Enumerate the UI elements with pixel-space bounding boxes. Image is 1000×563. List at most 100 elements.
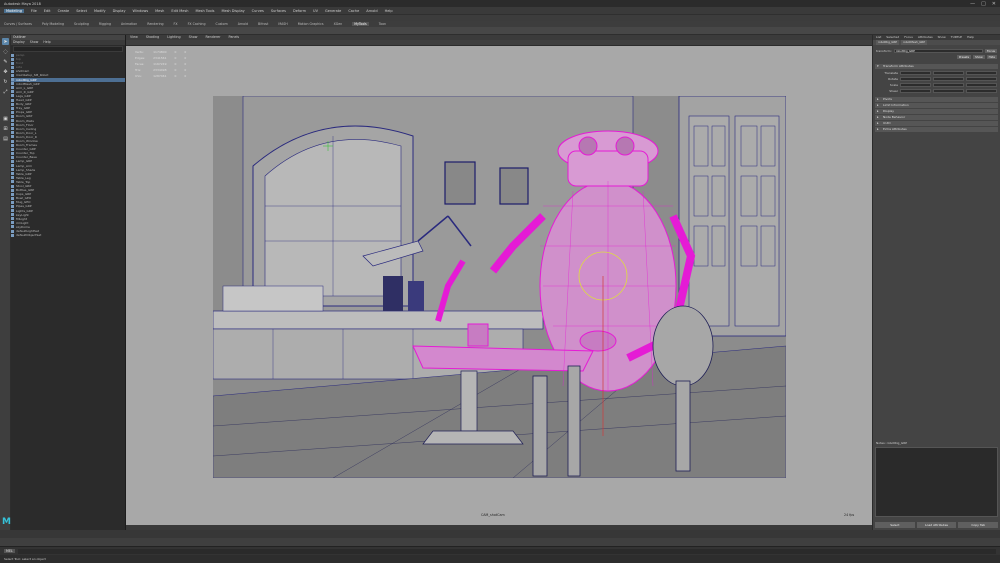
attr-section[interactable]: Node Behavior <box>875 115 998 120</box>
menu-curves[interactable]: Curves <box>252 9 264 13</box>
close-icon[interactable]: ✕ <box>992 1 996 7</box>
shelf-tab[interactable]: Arnold <box>238 22 248 26</box>
attr-section[interactable]: UUID <box>875 121 998 126</box>
attr-section[interactable]: Pivots <box>875 97 998 102</box>
shelf-tab[interactable]: Poly Modeling <box>42 22 64 26</box>
outliner-row[interactable]: defaultObjectSet <box>11 233 125 237</box>
panel-menu-lighting[interactable]: Lighting <box>167 35 180 40</box>
transform-name-field[interactable]: robotRig_GRP <box>893 49 983 53</box>
layout-single-icon[interactable]: ▣ <box>2 115 9 122</box>
panel-menu-panels[interactable]: Panels <box>229 35 240 40</box>
focus-button[interactable]: Focus <box>985 49 997 53</box>
attr-value-field[interactable] <box>933 89 964 93</box>
attr-value-field[interactable] <box>933 83 964 87</box>
panel-menu-view[interactable]: View <box>130 35 138 40</box>
menu-surfaces[interactable]: Surfaces <box>271 9 286 13</box>
menu-mesh-display[interactable]: Mesh Display <box>221 9 244 13</box>
shelf-tab[interactable]: MASH <box>278 22 287 26</box>
outliner-menu-show[interactable]: Show <box>30 40 39 45</box>
attr-value-field[interactable] <box>966 71 997 75</box>
menu-arnold[interactable]: Arnold <box>366 9 377 13</box>
menuset-dropdown[interactable]: Modeling <box>4 8 24 13</box>
menu-select[interactable]: Select <box>76 9 87 13</box>
attr-value-field[interactable] <box>900 83 931 87</box>
attr-value-field[interactable] <box>933 71 964 75</box>
transform-attributes-section[interactable]: Transform Attributes <box>875 64 998 69</box>
panel-menu-renderer[interactable]: Renderer <box>205 35 220 40</box>
mel-label[interactable]: MEL <box>4 549 15 553</box>
shelf-tab[interactable]: FX <box>174 22 178 26</box>
menu-cache[interactable]: Cache <box>348 9 359 13</box>
select-tool-icon[interactable]: ➤ <box>2 38 9 45</box>
time-slider[interactable] <box>0 530 1000 538</box>
menu-modify[interactable]: Modify <box>94 9 106 13</box>
shelf-tab[interactable]: Rendering <box>147 22 163 26</box>
shelf-tab[interactable]: Sculpting <box>74 22 89 26</box>
shelf-tab[interactable]: Bifrost <box>258 22 268 26</box>
move-tool-icon[interactable]: ✥ <box>2 68 9 75</box>
menu-edit[interactable]: Edit <box>44 9 51 13</box>
attr-section[interactable]: Display <box>875 109 998 114</box>
outliner-menu-help[interactable]: Help <box>43 40 50 45</box>
presets-button[interactable]: Presets <box>956 55 972 59</box>
hide-button[interactable]: Hide <box>986 55 997 59</box>
shelf-tab[interactable]: XGen <box>334 22 343 26</box>
menu-display[interactable]: Display <box>113 9 126 13</box>
shelf-tab[interactable]: Rigging <box>99 22 111 26</box>
menu-help[interactable]: Help <box>385 9 393 13</box>
panel-menu-shading[interactable]: Shading <box>146 35 159 40</box>
shelf-tab[interactable]: Curves / Surfaces <box>4 22 32 26</box>
shelf-tab[interactable]: Motion Graphics <box>298 22 324 26</box>
shelf-tab[interactable]: FX Caching <box>188 22 206 26</box>
attr-value-field[interactable] <box>966 89 997 93</box>
notes-field[interactable] <box>875 447 998 517</box>
attr-menu-turtle[interactable]: TURTLE <box>951 35 962 40</box>
viewport-canvas[interactable] <box>213 96 786 478</box>
select-button[interactable]: Select <box>875 522 915 528</box>
panel-menu-show[interactable]: Show <box>189 35 198 40</box>
outliner-search-input[interactable] <box>13 46 123 52</box>
node-tab-transform[interactable]: robotRig_GRP <box>876 40 900 45</box>
attr-section[interactable]: Limit Information <box>875 103 998 108</box>
node-tab-mesh[interactable]: robotMesh_GRP <box>901 40 928 45</box>
menu-edit-mesh[interactable]: Edit Mesh <box>171 9 188 13</box>
menu-mesh-tools[interactable]: Mesh Tools <box>195 9 214 13</box>
attr-value-field[interactable] <box>900 89 931 93</box>
maximize-icon[interactable]: □ <box>981 1 986 7</box>
load-attributes-button[interactable]: Load Attributes <box>916 522 957 528</box>
attr-value-field[interactable] <box>900 71 931 75</box>
panel-toolbar <box>126 40 872 46</box>
show-button[interactable]: Show <box>973 55 985 59</box>
minimize-icon[interactable]: — <box>970 1 975 7</box>
menu-windows[interactable]: Windows <box>133 9 149 13</box>
menu-deform[interactable]: Deform <box>293 9 306 13</box>
attr-value-field[interactable] <box>933 77 964 81</box>
transform-node-icon <box>11 135 14 139</box>
menu-create[interactable]: Create <box>58 9 70 13</box>
shelf-tab-active[interactable]: MyTools <box>352 22 369 26</box>
menu-mesh[interactable]: Mesh <box>155 9 164 13</box>
shelf-tab[interactable]: Toon <box>379 22 386 26</box>
attr-value-field[interactable] <box>966 77 997 81</box>
layout-outliner-icon[interactable]: ▤ <box>2 135 9 142</box>
lasso-tool-icon[interactable]: ◌ <box>2 48 9 55</box>
menu-generate[interactable]: Generate <box>325 9 341 13</box>
attr-menu-show[interactable]: Show <box>938 35 946 40</box>
attr-value-field[interactable] <box>900 77 931 81</box>
menu-file[interactable]: File <box>31 9 37 13</box>
range-slider[interactable] <box>0 538 1000 546</box>
attr-field-label: Shear <box>889 89 898 93</box>
copy-tab-button[interactable]: Copy Tab <box>958 522 999 528</box>
layout-four-icon[interactable]: ⊞ <box>2 125 9 132</box>
outliner-menu-display[interactable]: Display <box>13 40 25 45</box>
rotate-tool-icon[interactable]: ↻ <box>2 78 9 85</box>
command-input[interactable] <box>17 548 996 554</box>
menu-uv[interactable]: UV <box>313 9 318 13</box>
shelf-tab[interactable]: Animation <box>121 22 137 26</box>
scale-tool-icon[interactable]: ⤢ <box>2 88 9 95</box>
attr-value-field[interactable] <box>966 83 997 87</box>
shelf-tab[interactable]: Custom <box>215 22 227 26</box>
attr-menu-help[interactable]: Help <box>967 35 974 40</box>
paint-tool-icon[interactable]: ✎ <box>2 58 9 65</box>
attr-section[interactable]: Extra Attributes <box>875 127 998 132</box>
